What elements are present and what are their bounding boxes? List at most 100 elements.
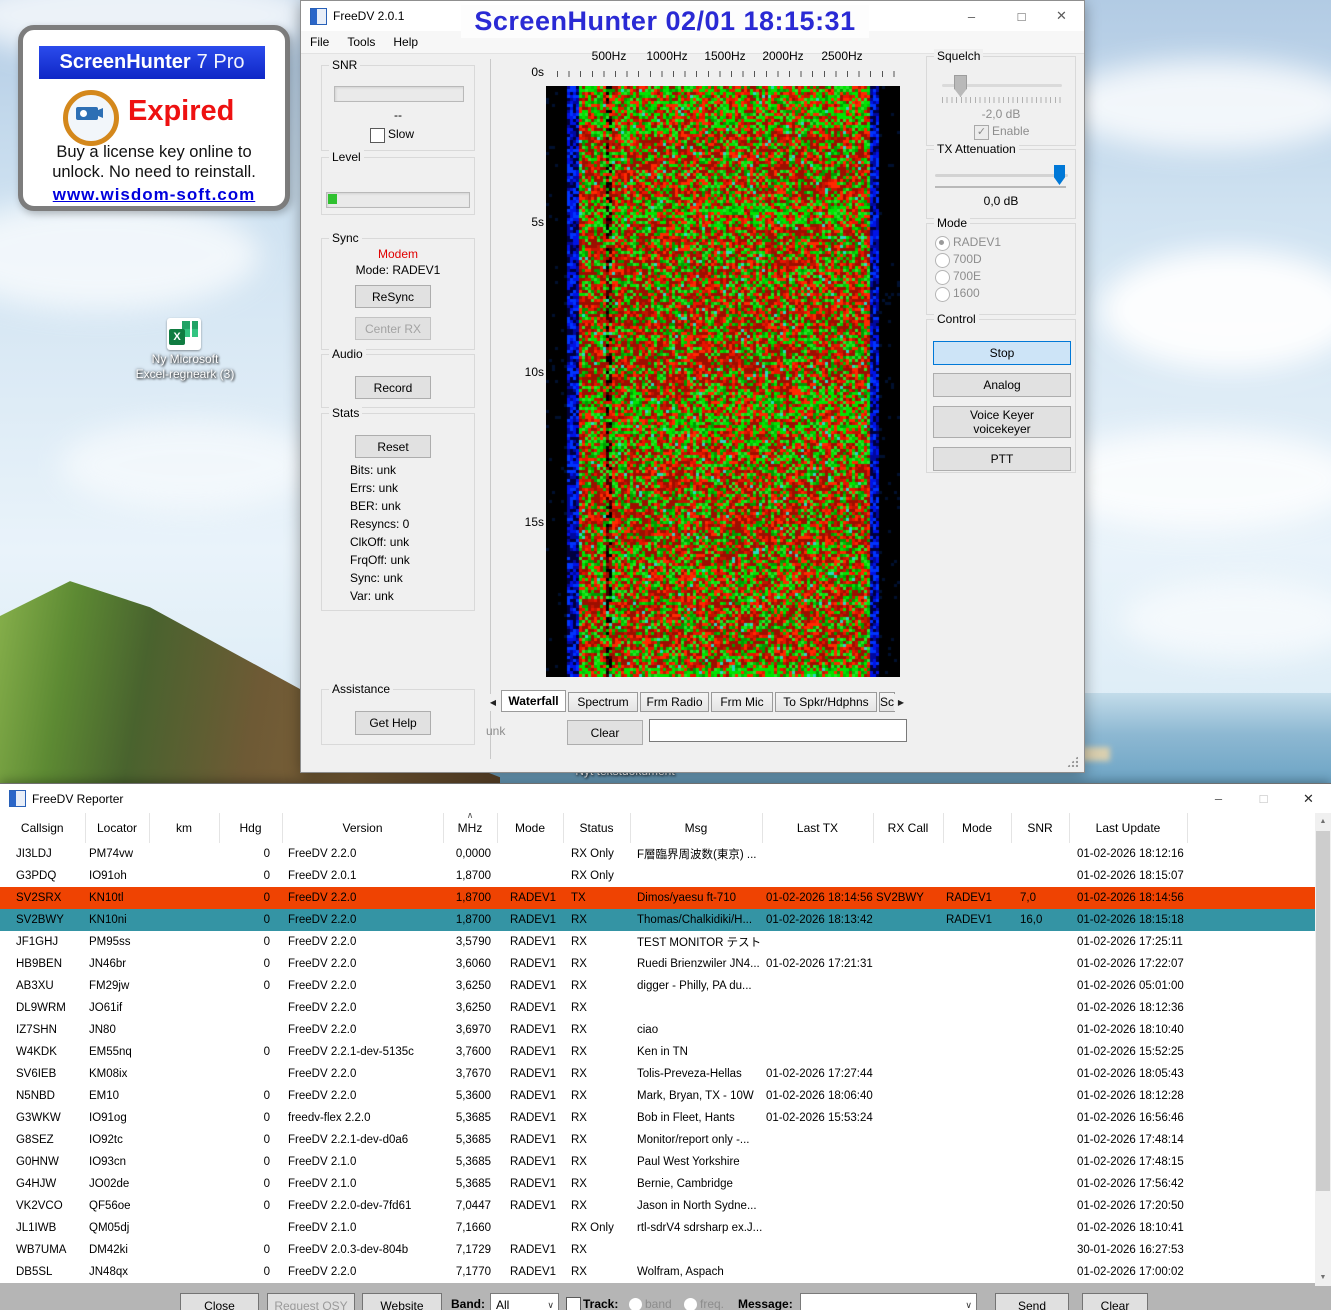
tab-frm-mic[interactable]: Frm Mic	[711, 692, 773, 712]
column-header-mhz[interactable]: MHz∧	[443, 813, 497, 843]
table-row-ji3ldj[interactable]: JI3LDJPM74vw0FreeDV 2.2.00,0000RX OnlyF層…	[0, 843, 1315, 865]
reporter-titlebar[interactable]: FreeDV Reporter	[0, 784, 1331, 813]
track-checkbox[interactable]	[566, 1297, 581, 1310]
tab-scroll-right-icon[interactable]: ▶	[894, 694, 908, 711]
resync-button[interactable]: ReSync	[355, 285, 431, 308]
analog-button[interactable]: Analog	[933, 373, 1071, 397]
stat-errs: Errs: unk	[350, 481, 398, 495]
snr-slow-checkbox[interactable]	[370, 128, 385, 143]
column-header-mode2[interactable]: Mode	[943, 813, 1011, 843]
table-row-sv2srx[interactable]: SV2SRXKN10tl0FreeDV 2.2.01,8700RADEV1TXD…	[0, 887, 1315, 909]
reporter-close-button-footer[interactable]: Close	[180, 1293, 259, 1310]
tab-spectrum[interactable]: Spectrum	[568, 692, 638, 712]
tx-attenuation-slider-thumb[interactable]	[1054, 165, 1065, 185]
cell-last-tx	[762, 1217, 873, 1239]
column-header-rx-call[interactable]: RX Call	[873, 813, 943, 843]
tab-sc[interactable]: Sc	[879, 692, 895, 712]
column-header-locator[interactable]: Locator	[85, 813, 149, 843]
excel-file-icon[interactable]: X	[167, 318, 201, 350]
table-row-g3wkw[interactable]: G3WKWIO91og0freedv-flex 2.2.05,3685RADEV…	[0, 1107, 1315, 1129]
cell-mode2	[943, 1239, 1011, 1261]
record-button[interactable]: Record	[355, 376, 431, 399]
column-header-callsign[interactable]: Callsign	[0, 813, 85, 843]
column-header-hdg[interactable]: Hdg	[219, 813, 282, 843]
ptt-button[interactable]: PTT	[933, 447, 1071, 471]
close-button[interactable]: ✕	[1039, 1, 1084, 31]
column-header-status[interactable]: Status	[563, 813, 630, 843]
table-row-sv6ieb[interactable]: SV6IEBKM08ixFreeDV 2.2.03,7670RADEV1RXTo…	[0, 1063, 1315, 1085]
cell-version: FreeDV 2.2.0-dev-7fd61	[282, 1195, 443, 1217]
reporter-clear-button[interactable]: Clear	[1082, 1293, 1148, 1310]
table-row-jl1iwb[interactable]: JL1IWBQM05djFreeDV 2.1.07,1660RX Onlyrtl…	[0, 1217, 1315, 1239]
cell-mode2	[943, 931, 1011, 953]
reporter-close-button[interactable]: ✕	[1286, 784, 1331, 813]
website-button[interactable]: Website	[362, 1293, 442, 1310]
table-row-g0hnw[interactable]: G0HNWIO93cn0FreeDV 2.1.05,3685RADEV1RXPa…	[0, 1151, 1315, 1173]
table-row-db5sl[interactable]: DB5SLJN48qx0FreeDV 2.2.07,1770RADEV1RXWo…	[0, 1261, 1315, 1283]
reporter-message-combo[interactable]: ∨	[800, 1293, 977, 1310]
cell-last-update: 01-02-2026 18:15:07	[1069, 865, 1187, 887]
mode-group: Mode RADEV1700D700E1600	[926, 223, 1076, 315]
table-row-vk2vco[interactable]: VK2VCOQF56oe0FreeDV 2.2.0-dev-7fd617,044…	[0, 1195, 1315, 1217]
cell-version: FreeDV 2.1.0	[282, 1173, 443, 1195]
table-row-dl9wrm[interactable]: DL9WRMJO61ifFreeDV 2.2.03,6250RADEV1RX01…	[0, 997, 1315, 1019]
cell-msg: rtl-sdrV4 sdrsharp ex.J...	[630, 1217, 762, 1239]
table-row-w4kdk[interactable]: W4KDKEM55nq0FreeDV 2.2.1-dev-5135c3,7600…	[0, 1041, 1315, 1063]
message-input[interactable]	[649, 719, 907, 742]
cell-version: FreeDV 2.1.0	[282, 1217, 443, 1239]
get-help-button[interactable]: Get Help	[355, 711, 431, 735]
table-row-sv2bwy[interactable]: SV2BWYKN10ni0FreeDV 2.2.01,8700RADEV1RXT…	[0, 909, 1315, 931]
tab-scroll-left-icon[interactable]: ◀	[486, 694, 500, 711]
table-row-jf1ghj[interactable]: JF1GHJPM95ss0FreeDV 2.2.03,5790RADEV1RXT…	[0, 931, 1315, 953]
menu-tools[interactable]: Tools	[338, 35, 384, 49]
scrollbar-thumb[interactable]	[1316, 831, 1330, 1191]
voice-keyer-button[interactable]: Voice Keyer voicekeyer	[933, 406, 1071, 438]
resize-grip[interactable]	[1067, 756, 1078, 767]
cell-mode: RADEV1	[497, 953, 563, 975]
clear-button[interactable]: Clear	[567, 720, 643, 745]
cell-hdg: 0	[219, 1261, 282, 1283]
column-header-mode[interactable]: Mode	[497, 813, 563, 843]
table-row-g8sez[interactable]: G8SEZIO92tc0FreeDV 2.2.1-dev-d0a65,3685R…	[0, 1129, 1315, 1151]
menu-help[interactable]: Help	[384, 35, 427, 49]
reporter-scrollbar[interactable]: ▲ ▼	[1315, 813, 1331, 1286]
cell-rx-call	[873, 1063, 943, 1085]
maximize-button[interactable]: □	[999, 1, 1044, 31]
cell-filler	[1187, 953, 1315, 975]
screenhunter-brand: ScreenHunter	[60, 51, 191, 74]
column-header-last-tx[interactable]: Last TX	[762, 813, 873, 843]
cell-version: FreeDV 2.2.0	[282, 887, 443, 909]
column-header-version[interactable]: Version	[282, 813, 443, 843]
menu-file[interactable]: File	[301, 35, 338, 49]
cell-last-update: 01-02-2026 17:22:07	[1069, 953, 1187, 975]
column-header-msg[interactable]: Msg	[630, 813, 762, 843]
table-row-wb7uma[interactable]: WB7UMADM42ki0FreeDV 2.0.3-dev-804b7,1729…	[0, 1239, 1315, 1261]
time-label-10s: 10s	[500, 365, 544, 379]
tab-waterfall[interactable]: Waterfall	[501, 690, 566, 712]
scroll-up-icon[interactable]: ▲	[1315, 813, 1331, 830]
table-row-ab3xu[interactable]: AB3XUFM29jw0FreeDV 2.2.03,6250RADEV1RXdi…	[0, 975, 1315, 997]
column-header-snr[interactable]: SNR	[1011, 813, 1069, 843]
send-button[interactable]: Send	[995, 1293, 1069, 1310]
minimize-button[interactable]: –	[949, 1, 994, 31]
cell-last-update: 01-02-2026 17:00:02	[1069, 1261, 1187, 1283]
tab-frm-radio[interactable]: Frm Radio	[640, 692, 709, 712]
cell-last-update: 01-02-2026 17:20:50	[1069, 1195, 1187, 1217]
reset-button[interactable]: Reset	[355, 435, 431, 458]
table-row-iz7shn[interactable]: IZ7SHNJN80FreeDV 2.2.03,6970RADEV1RXciao…	[0, 1019, 1315, 1041]
tab-to-spkr-hdphns[interactable]: To Spkr/Hdphns	[775, 692, 877, 712]
table-row-hb9ben[interactable]: HB9BENJN46br0FreeDV 2.2.03,6060RADEV1RXR…	[0, 953, 1315, 975]
column-header-km[interactable]: km	[149, 813, 219, 843]
cell-filler	[1187, 1041, 1315, 1063]
table-row-g4hjw[interactable]: G4HJWJO02de0FreeDV 2.1.05,3685RADEV1RXBe…	[0, 1173, 1315, 1195]
band-select[interactable]: All ∨	[490, 1293, 559, 1310]
cell-mhz: 3,6060	[443, 953, 497, 975]
stop-button[interactable]: Stop	[933, 341, 1071, 365]
excel-file-label[interactable]: Ny Microsoft Excel-regneark (3)	[110, 352, 260, 382]
reporter-minimize-button[interactable]: –	[1196, 784, 1241, 813]
wisdom-soft-link[interactable]: www.wisdom-soft.com	[23, 185, 285, 205]
column-header-last-update[interactable]: Last Update	[1069, 813, 1187, 843]
scroll-down-icon[interactable]: ▼	[1315, 1269, 1331, 1286]
table-row-n5nbd[interactable]: N5NBDEM100FreeDV 2.2.05,3600RADEV1RXMark…	[0, 1085, 1315, 1107]
table-row-g3pdq[interactable]: G3PDQIO91oh0FreeDV 2.0.11,8700RX Only01-…	[0, 865, 1315, 887]
